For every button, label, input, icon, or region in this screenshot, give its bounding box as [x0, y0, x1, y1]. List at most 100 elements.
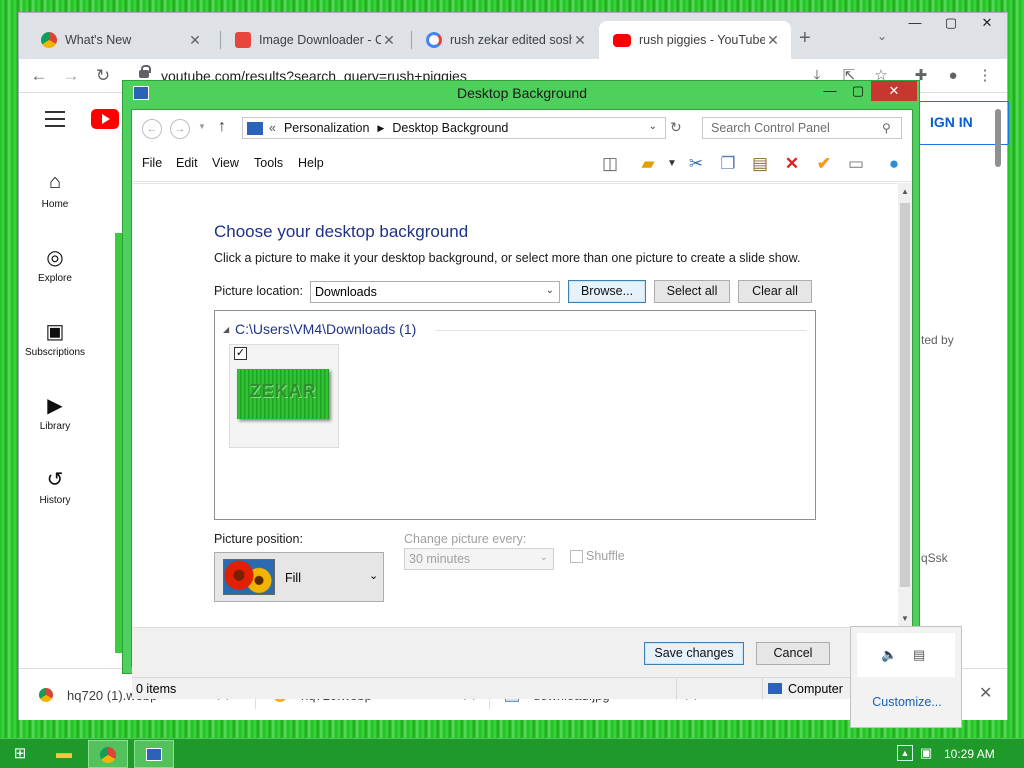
show-hidden-icons-button[interactable]: ▲	[897, 745, 913, 761]
lock-icon	[139, 65, 151, 78]
maximize-button[interactable]: ▢	[933, 13, 969, 33]
clock[interactable]: 10:29 AM	[944, 747, 995, 761]
youtube-logo[interactable]	[91, 109, 119, 129]
close-tab-icon[interactable]: ✕	[572, 32, 588, 49]
picture-location-select[interactable]: Downloads ⌄	[310, 281, 560, 303]
up-icon[interactable]: ↑	[218, 118, 226, 136]
tab-image-downloader[interactable]: Image Downloader - Ch ✕	[221, 21, 407, 59]
maximize-button[interactable]: ▢	[843, 81, 873, 101]
change-picture-label: Change picture every:	[404, 532, 527, 546]
tab-youtube[interactable]: rush piggies - YouTube ✕	[599, 21, 791, 59]
menu-tools[interactable]: Tools	[254, 156, 283, 170]
browse-button[interactable]: Browse...	[568, 280, 646, 303]
page-scrollbar[interactable]	[995, 109, 1001, 167]
back-icon[interactable]: ←	[142, 119, 162, 139]
nav-subscriptions[interactable]: ▣ Subscriptions	[19, 319, 91, 358]
taskbar-chrome[interactable]	[88, 740, 128, 768]
copy-icon[interactable]: ❐	[716, 153, 740, 175]
preview-pane-icon[interactable]: ◫	[598, 153, 622, 175]
close-button[interactable]: ✕	[871, 81, 917, 101]
nav-home[interactable]: ⌂ Home	[19, 171, 91, 210]
search-icon[interactable]: ⚲	[882, 121, 891, 135]
search-input[interactable]: Search Control Panel	[702, 117, 902, 139]
hamburger-icon[interactable]	[45, 111, 65, 127]
customize-link[interactable]: Customize...	[851, 695, 963, 709]
close-tab-icon[interactable]: ✕	[187, 32, 203, 49]
nav-history[interactable]: ↺ History	[19, 467, 91, 506]
minimize-button[interactable]: —	[815, 81, 845, 101]
control-panel-icon	[247, 121, 263, 135]
content-area: Choose your desktop background Click a p…	[132, 183, 912, 627]
select-all-button[interactable]: Select all	[654, 280, 730, 303]
picture-position-label: Picture position:	[214, 532, 303, 546]
tab-google-search[interactable]: rush zekar edited sosh ✕	[412, 21, 598, 59]
picture-position-select[interactable]: Fill ⌄	[214, 552, 384, 602]
rename-icon[interactable]: ▭	[844, 153, 868, 175]
menu-help[interactable]: Help	[298, 156, 324, 170]
forward-icon[interactable]: →	[59, 64, 83, 88]
folder-group-header[interactable]: C:\Users\VM4\Downloads (1)	[235, 321, 416, 337]
recent-pages-icon[interactable]: ▼	[198, 122, 206, 131]
nav-explore[interactable]: ◎ Explore	[19, 245, 91, 284]
change-interval-select[interactable]: 30 minutes ⌄	[404, 548, 554, 570]
profile-icon[interactable]: ●	[941, 64, 965, 88]
cancel-button[interactable]: Cancel	[756, 642, 830, 665]
close-button[interactable]: ✕	[969, 13, 1005, 33]
library-icon: ▶	[47, 395, 63, 417]
nav-library[interactable]: ▶ Library	[19, 393, 91, 432]
tab-search-icon[interactable]: ⌄	[877, 29, 887, 43]
breadcrumb[interactable]: « Personalization ▶ Desktop Background ⌄	[242, 117, 666, 139]
breadcrumb-item[interactable]: Desktop Background	[392, 121, 508, 135]
globe-icon[interactable]: ●	[882, 153, 906, 175]
subscriptions-icon: ▣	[45, 321, 65, 343]
menu-view[interactable]: View	[212, 156, 239, 170]
menu-file[interactable]: File	[142, 156, 162, 170]
menu-edit[interactable]: Edit	[176, 156, 198, 170]
close-tab-icon[interactable]: ✕	[765, 32, 781, 49]
chevron-down-icon: ⌄	[539, 552, 548, 563]
chrome-icon	[100, 747, 116, 763]
action-center-icon[interactable]: ▤	[913, 647, 925, 663]
minimize-button[interactable]: —	[897, 13, 933, 33]
file-explorer-icon[interactable]: ▬	[44, 740, 84, 768]
paste-icon[interactable]: ▤	[748, 153, 772, 175]
save-changes-button[interactable]: Save changes	[644, 642, 744, 665]
menu-icon[interactable]: ⋮	[973, 64, 997, 88]
shuffle-checkbox[interactable]	[570, 550, 583, 563]
window-title: Desktop Background	[457, 85, 587, 101]
picture-checkbox[interactable]: ✓	[234, 347, 247, 360]
network-icon[interactable]: ▣	[920, 745, 932, 761]
taskbar-control-panel[interactable]	[134, 740, 174, 768]
refresh-icon[interactable]: ↻	[670, 119, 682, 136]
home-icon: ⌂	[48, 171, 62, 193]
collapse-triangle-icon[interactable]: ◢	[223, 325, 229, 334]
youtube-icon	[613, 33, 631, 47]
chrome-icon	[41, 32, 57, 48]
content-scrollbar[interactable]: ▲ ▼	[898, 183, 912, 627]
dropdown-arrow-icon[interactable]: ▼	[660, 153, 684, 175]
delete-icon[interactable]: ✕	[780, 153, 804, 175]
tab-label: Image Downloader - Ch	[259, 33, 381, 47]
picture-thumbnail[interactable]: ✓ ZEKAR	[229, 344, 339, 448]
folder-icon[interactable]: ▰	[636, 153, 660, 175]
breadcrumb-item[interactable]: Personalization	[284, 121, 369, 135]
close-tab-icon[interactable]: ✕	[381, 32, 397, 49]
taskbar: ⊞ ▬ ▲ ▣ 10:29 AM	[0, 738, 1024, 768]
properties-check-icon[interactable]: ✔	[812, 153, 836, 175]
status-location: Computer	[788, 682, 843, 696]
cut-icon[interactable]: ✂	[684, 153, 708, 175]
close-downloads-icon[interactable]: ✕	[979, 683, 992, 703]
tab-strip: What's New ✕ Image Downloader - Ch ✕ rus…	[19, 13, 1007, 59]
reload-icon[interactable]: ↻	[91, 64, 115, 88]
clear-all-button[interactable]: Clear all	[738, 280, 812, 303]
chrome-file-icon	[39, 688, 53, 702]
volume-muted-icon[interactable]: 🔈	[881, 647, 897, 663]
new-tab-icon[interactable]: +	[799, 27, 811, 50]
forward-icon[interactable]: →	[170, 119, 190, 139]
start-button[interactable]: ⊞	[0, 740, 40, 768]
computer-icon	[768, 683, 782, 694]
back-icon[interactable]: ←	[27, 64, 51, 88]
tab-whats-new[interactable]: What's New ✕	[27, 21, 213, 59]
chevron-down-icon: ⌄	[545, 285, 554, 296]
window-client: ← → ▼ ↑ « Personalization ▶ Desktop Back…	[131, 109, 913, 700]
